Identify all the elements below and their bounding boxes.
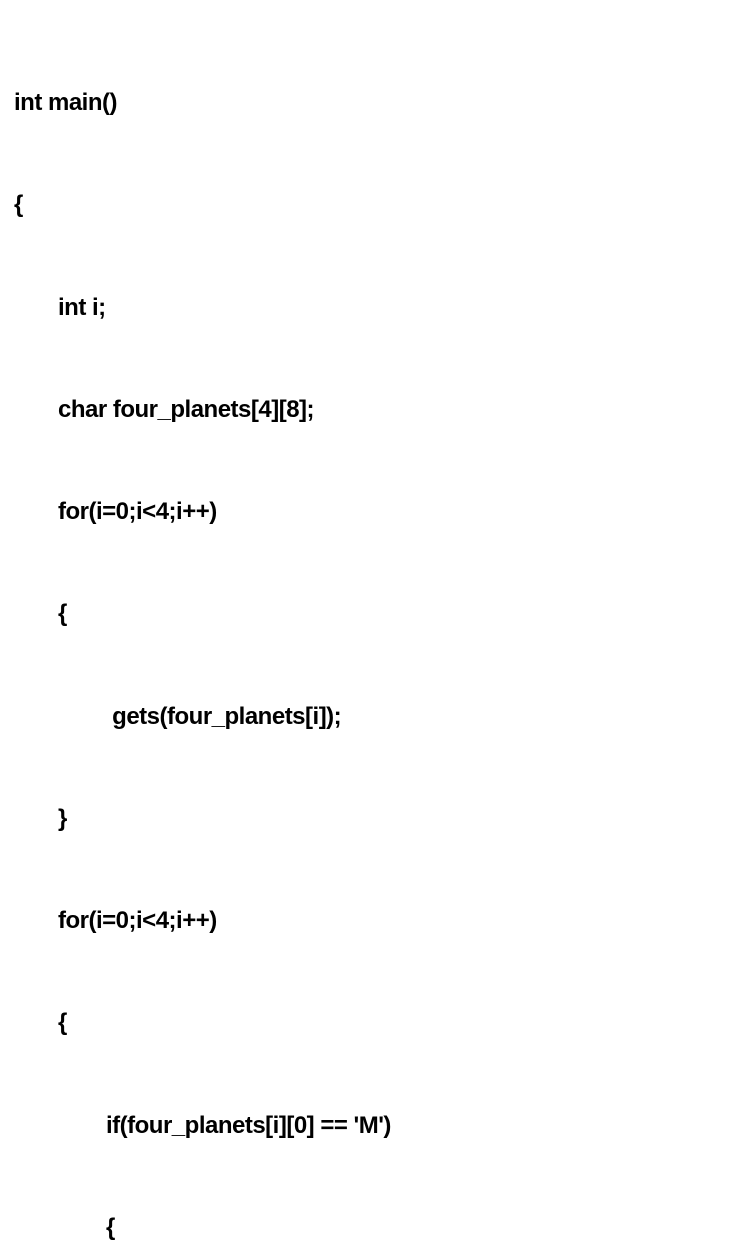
code-line: for(i=0;i<4;i++) [14, 904, 742, 938]
code-line: if(four_planets[i][0] == 'M') [14, 1109, 742, 1143]
code-line: char four_planets[4][8]; [14, 393, 742, 427]
code-line: int i; [14, 291, 742, 325]
code-line: { [14, 188, 742, 222]
code-line: int main() [14, 86, 742, 120]
code-line: { [14, 1006, 742, 1040]
code-line: for(i=0;i<4;i++) [14, 495, 742, 529]
code-line: } [14, 802, 742, 836]
code-line: gets(four_planets[i]); [14, 700, 742, 734]
code-line: { [14, 1211, 742, 1245]
code-line: { [14, 597, 742, 631]
code-block: int main() { int i; char four_planets[4]… [14, 18, 742, 1246]
